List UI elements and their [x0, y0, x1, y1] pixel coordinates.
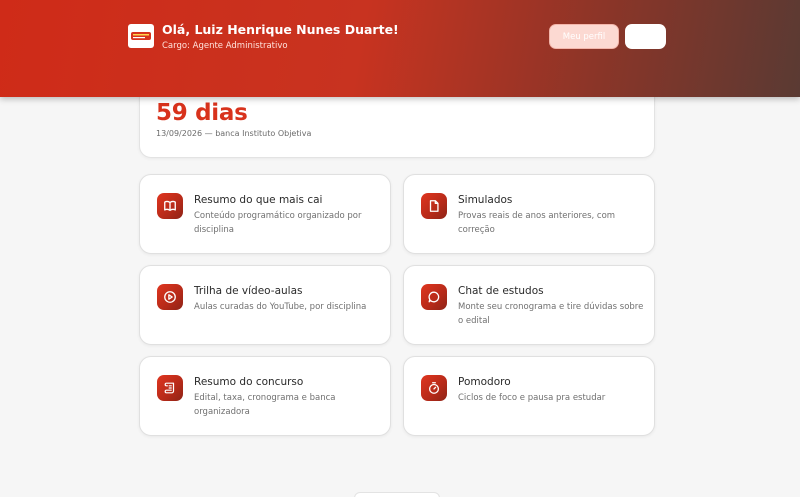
card-resumo-concurso[interactable]: Resumo do concurso Edital, taxa, cronogr…: [139, 356, 391, 436]
card-trilha-video-aulas[interactable]: Trilha de vídeo-aulas Aulas curadas do Y…: [139, 265, 391, 345]
card-description: Ciclos de foco e pausa pra estudar: [458, 393, 606, 403]
card-title: Resumo do concurso: [194, 376, 304, 388]
card-title: Resumo do que mais cai: [194, 194, 323, 206]
brand-logo-icon: [128, 24, 154, 48]
role-subtitle: Cargo: Agente Administrativo: [162, 41, 288, 51]
exam-date-info: 13/09/2026 — banca Instituto Objetiva: [156, 129, 312, 138]
countdown-days: 59 dias: [156, 100, 248, 126]
card-simulados[interactable]: Simulados Provas reais de anos anteriore…: [403, 174, 655, 254]
book-icon: [157, 193, 183, 219]
card-resumo-mais-cai[interactable]: Resumo do que mais cai Conteúdo programá…: [139, 174, 391, 254]
document-icon: [421, 193, 447, 219]
card-pomodoro[interactable]: Pomodoro Ciclos de foco e pausa pra estu…: [403, 356, 655, 436]
chat-icon: [421, 284, 447, 310]
card-description: Edital, taxa, cronograma e banca organiz…: [194, 393, 336, 417]
card-title: Trilha de vídeo-aulas: [194, 285, 303, 297]
card-title: Pomodoro: [458, 376, 511, 388]
card-title: Chat de estudos: [458, 285, 544, 297]
card-title: Simulados: [458, 194, 513, 206]
greeting-title: Olá, Luiz Henrique Nunes Duarte!: [162, 22, 399, 37]
bottom-action-button[interactable]: [354, 492, 440, 497]
card-chat-estudos[interactable]: Chat de estudos Monte seu cronograma e t…: [403, 265, 655, 345]
app-header: Olá, Luiz Henrique Nunes Duarte! Cargo: …: [0, 0, 800, 97]
profile-button[interactable]: Meu perfil: [549, 24, 619, 49]
card-description: Conteúdo programático organizado por dis…: [194, 211, 362, 235]
card-description: Provas reais de anos anteriores, com cor…: [458, 211, 616, 235]
card-description: Aulas curadas do YouTube, por disciplina: [194, 302, 367, 312]
play-icon: [157, 284, 183, 310]
timer-icon: [421, 375, 447, 401]
scroll-icon: [157, 375, 183, 401]
header-action-button[interactable]: [625, 24, 666, 49]
card-description: Monte seu cronograma e tire dúvidas sobr…: [458, 302, 644, 326]
